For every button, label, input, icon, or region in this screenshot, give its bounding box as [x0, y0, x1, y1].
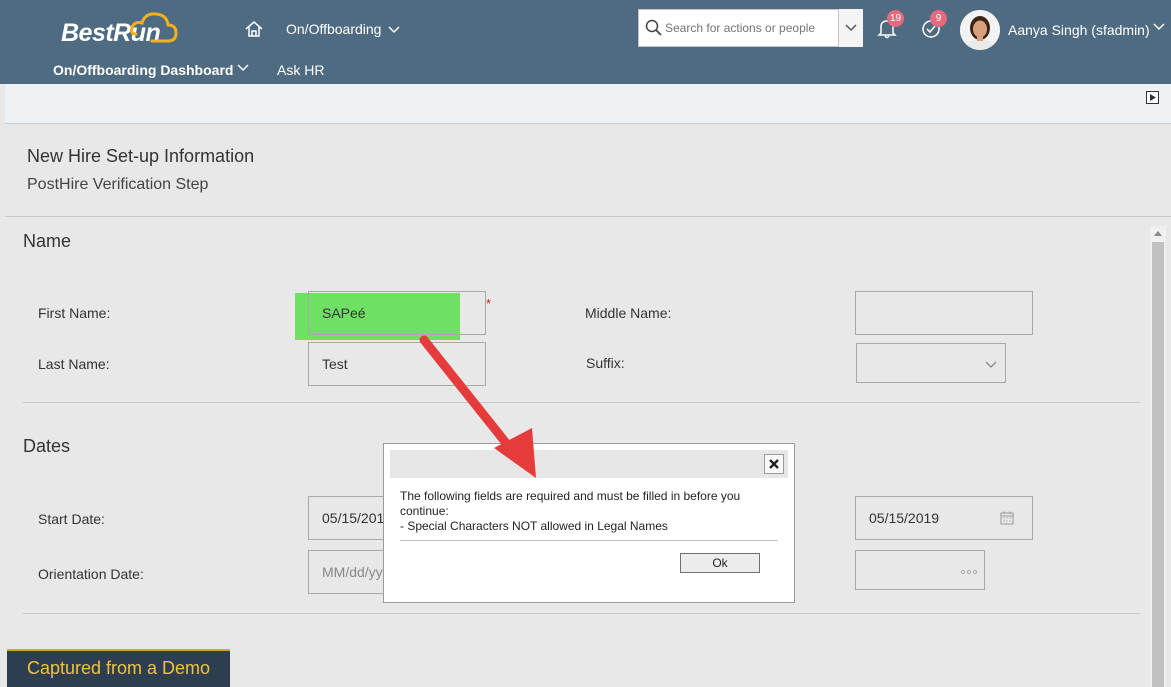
chevron-down-icon: [985, 361, 997, 368]
user-name[interactable]: Aanya Singh (sfadmin): [1008, 22, 1150, 38]
search-input[interactable]: [665, 18, 835, 38]
close-icon: [769, 459, 779, 469]
module-picker[interactable]: On/Offboarding: [286, 21, 400, 37]
divider: [400, 540, 778, 541]
search-icon: [645, 19, 662, 36]
logo-cloud-icon: [130, 12, 178, 43]
required-marker: *: [486, 296, 492, 311]
chevron-down-icon[interactable]: [237, 64, 249, 72]
dialog-error-item: - Special Characters NOT allowed in Lega…: [400, 519, 668, 533]
orientation-date-field[interactable]: MM/dd/yy: [308, 550, 388, 594]
nav-ask-hr[interactable]: Ask HR: [277, 62, 324, 78]
demo-banner: Captured from a Demo: [7, 649, 230, 687]
scroll-up-arrow-icon[interactable]: [1153, 229, 1163, 237]
orientation-date-label: Orientation Date:: [38, 566, 144, 582]
last-name-value: Test: [322, 356, 348, 372]
right-date-field[interactable]: 05/15/2019: [855, 496, 1033, 540]
play-icon[interactable]: [1146, 91, 1159, 104]
time-field[interactable]: [855, 550, 985, 590]
dialog-close-button[interactable]: [764, 454, 784, 474]
chevron-down-icon[interactable]: [1153, 23, 1165, 31]
search-box: [638, 9, 863, 47]
search-scope-dropdown[interactable]: [838, 9, 863, 47]
chevron-down-icon: [388, 26, 400, 34]
first-name-label: First Name:: [38, 305, 111, 321]
more-dots-icon[interactable]: [960, 569, 978, 575]
divider: [5, 216, 1171, 217]
divider: [23, 402, 1140, 403]
orientation-date-placeholder: MM/dd/yy: [322, 564, 383, 580]
section-heading-dates: Dates: [23, 436, 71, 456]
start-date-field[interactable]: 05/15/201: [308, 496, 388, 540]
start-date-label: Start Date:: [38, 511, 105, 527]
start-date-value: 05/15/201: [322, 510, 385, 526]
first-name-field[interactable]: SAPeé: [308, 291, 486, 335]
notifications-badge: 19: [887, 10, 904, 27]
section-heading-name: Name: [23, 231, 72, 251]
todo-badge: 9: [930, 10, 947, 27]
scrollbar-thumb[interactable]: [1152, 242, 1164, 687]
suffix-select[interactable]: [856, 343, 1006, 383]
avatar[interactable]: [960, 10, 1000, 50]
chevron-down-icon: [845, 24, 857, 32]
module-picker-label: On/Offboarding: [286, 21, 382, 37]
user-photo-icon: [960, 10, 1000, 50]
right-date-value: 05/15/2019: [869, 510, 940, 526]
nav-onoffboarding-dashboard[interactable]: On/Offboarding Dashboard: [53, 62, 233, 78]
ok-button[interactable]: Ok: [680, 553, 760, 573]
last-name-label: Last Name:: [38, 356, 110, 372]
dialog-message: The following fields are required and mu…: [400, 489, 741, 518]
middle-name-label: Middle Name:: [585, 305, 672, 321]
page-toolbar: [5, 84, 1171, 124]
annotation-arrow-icon: [419, 335, 536, 478]
first-name-value: SAPeé: [322, 305, 366, 321]
home-icon[interactable]: [244, 19, 264, 39]
page-title: New Hire Set-up Information: [27, 146, 255, 166]
page-subtitle: PostHire Verification Step: [27, 176, 209, 193]
suffix-label: Suffix:: [586, 355, 625, 371]
calendar-icon[interactable]: [1000, 511, 1014, 525]
divider: [23, 613, 1140, 614]
middle-name-field[interactable]: [855, 291, 1033, 335]
